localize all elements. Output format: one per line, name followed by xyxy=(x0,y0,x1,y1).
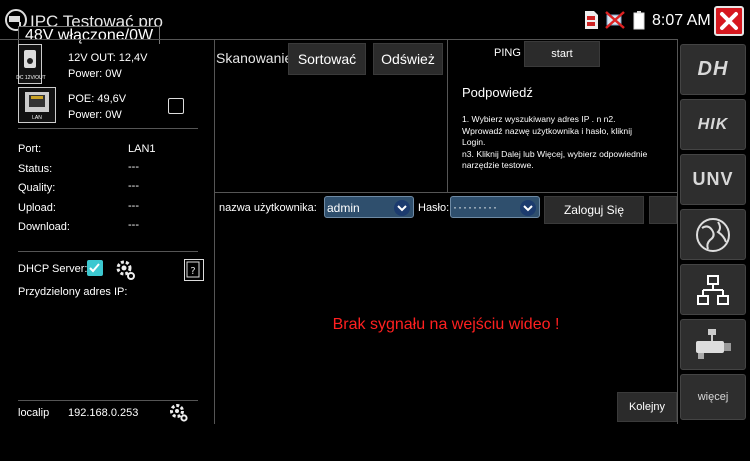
uniview-brand-button[interactable]: UNV xyxy=(680,154,746,205)
quality-label: Quality: xyxy=(18,182,56,194)
left-divider-1 xyxy=(18,128,198,129)
username-select[interactable]: admin xyxy=(324,196,414,218)
poe-power: Power: 0W xyxy=(68,109,122,121)
dc-icon-caption: DC 12V/OUT xyxy=(16,75,46,81)
chevron-down-icon xyxy=(394,200,410,216)
network-topology-icon xyxy=(697,274,729,305)
password-select[interactable]: ········· xyxy=(450,196,540,218)
hints-body: 1. Wybierz wyszukiwany adres IP . n n2. … xyxy=(462,114,676,172)
username-label: nazwa użytkownika: xyxy=(219,202,317,214)
refresh-button[interactable]: Odśwież xyxy=(373,43,443,75)
network-tools-button[interactable] xyxy=(680,264,746,315)
help-book-button[interactable]: ? xyxy=(184,259,204,281)
globe-icon xyxy=(696,217,730,252)
clock: 8:07 AM xyxy=(652,12,711,29)
top-divider xyxy=(0,39,678,40)
poe-voltage: POE: 49,6V xyxy=(68,93,127,105)
ping-label: PING xyxy=(494,47,521,59)
password-label: Hasło: xyxy=(418,202,450,214)
status-value: --- xyxy=(128,161,139,173)
dhcp-server-label: DHCP Server: xyxy=(18,263,88,275)
download-value: --- xyxy=(128,219,139,231)
analog-camera-button[interactable] xyxy=(680,319,746,370)
password-value: ········· xyxy=(453,200,498,214)
lan-icon-caption: LAN xyxy=(32,115,42,121)
sort-button[interactable]: Sortować xyxy=(288,43,366,75)
hikvision-logo: HIK xyxy=(697,115,729,133)
ping-start-button[interactable]: start xyxy=(524,41,600,67)
checkmark-icon xyxy=(89,263,100,273)
dhcp-settings-gear-icon[interactable] xyxy=(116,259,136,281)
dc-power: Power: 0W xyxy=(68,68,122,80)
close-button[interactable] xyxy=(714,6,744,36)
dahua-logo: DH xyxy=(697,58,729,80)
battery-icon xyxy=(633,11,645,30)
login-bar-top-divider xyxy=(214,192,678,193)
upload-label: Upload: xyxy=(18,202,56,214)
more-button[interactable]: więcej xyxy=(680,374,746,420)
chevron-down-icon xyxy=(520,200,536,216)
no-video-signal-message: Brak sygnału na wejściu wideo ! xyxy=(332,316,560,333)
port-label: Port: xyxy=(18,143,42,155)
poe-checkbox[interactable] xyxy=(168,98,184,114)
port-value: LAN1 xyxy=(128,143,156,155)
localip-settings-gear-icon[interactable] xyxy=(170,403,188,423)
network-disconnected-icon xyxy=(605,11,625,29)
help-book-icon: ? xyxy=(186,261,200,278)
security-camera-icon xyxy=(696,328,731,359)
hint-line-4: n3. Kliknij Dalej lub Więcej, wybierz od… xyxy=(462,148,648,159)
localip-value: 192.168.0.253 xyxy=(68,407,139,419)
hint-line-3: Login. xyxy=(462,137,486,147)
poe-status-overlay: 48V włączone/0W xyxy=(18,26,161,44)
dhcp-server-checkbox[interactable] xyxy=(87,260,103,276)
dahua-brand-button[interactable]: DH xyxy=(680,44,746,95)
lan-port-icon: LAN xyxy=(18,87,56,123)
username-value: admin xyxy=(327,201,360,215)
login-button[interactable]: Zaloguj Się xyxy=(544,196,644,224)
upload-value: --- xyxy=(128,200,139,212)
hints-title: Podpowiedź xyxy=(462,85,533,100)
extra-button[interactable] xyxy=(649,196,677,224)
hint-line-1: 1. Wybierz wyszukiwany adres IP . n n2. xyxy=(462,114,616,124)
right-column-divider xyxy=(677,39,678,424)
hikvision-brand-button[interactable]: HIK xyxy=(680,99,746,150)
hint-line-5: narzędzie testowe. xyxy=(462,160,534,170)
localip-label: localip xyxy=(18,407,50,419)
close-icon xyxy=(720,12,738,30)
onvif-globe-button[interactable] xyxy=(680,209,746,260)
assigned-ip-label: Przydzielony adres IP: xyxy=(18,286,128,298)
left-divider-3 xyxy=(18,400,198,401)
download-label: Download: xyxy=(18,221,70,233)
quality-value: --- xyxy=(128,180,139,192)
hint-line-2: Wprowadź nazwę użytkownika i hasło, klik… xyxy=(462,125,633,136)
uniview-logo: UNV xyxy=(692,169,734,189)
next-button[interactable]: Kolejny xyxy=(617,392,677,422)
dc-out-voltage: 12V OUT: 12,4V xyxy=(68,52,148,64)
left-panel-divider xyxy=(214,39,215,424)
ping-panel-divider xyxy=(447,39,448,192)
dc-12v-port-icon: DC 12V/OUT xyxy=(16,44,46,84)
left-divider-2 xyxy=(18,251,198,252)
sd-card-icon xyxy=(585,11,598,29)
status-label: Status: xyxy=(18,163,53,175)
svg-text:?: ? xyxy=(190,266,195,277)
